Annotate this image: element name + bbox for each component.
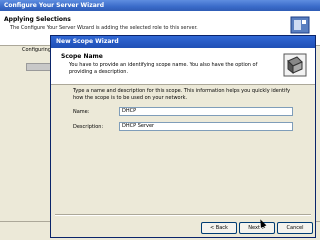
new-scope-wizard-dialog: New Scope Wizard Scope Name You have to …	[50, 35, 316, 238]
outer-progress-bar	[26, 63, 52, 71]
server-wizard-icon	[290, 16, 310, 34]
back-button[interactable]: < Back	[201, 222, 237, 234]
cancel-button[interactable]: Cancel	[277, 222, 313, 234]
outer-header-title: Applying Selections	[4, 16, 71, 23]
scope-description-input[interactable]: DHCP Server	[119, 122, 293, 131]
instructions-text: Type a name and description for this sco…	[73, 88, 291, 101]
outer-window-title: Configure Your Server Wizard	[0, 0, 320, 11]
outer-header-subtitle: The Configure Your Server Wizard is addi…	[10, 25, 198, 31]
dialog-header-subtitle: You have to provide an identifying scope…	[69, 62, 258, 75]
next-button[interactable]: Next >	[239, 222, 275, 234]
dialog-footer-divider	[55, 214, 311, 216]
dialog-header-title: Scope Name	[61, 53, 103, 60]
dialog-title-bar[interactable]: New Scope Wizard	[51, 36, 315, 48]
scope-name-input[interactable]: DHCP	[119, 107, 293, 116]
outer-progress-label: Configuring	[22, 47, 51, 53]
dialog-header: Scope Name You have to provide an identi…	[51, 48, 315, 85]
name-label: Name:	[73, 109, 90, 115]
description-label: Description:	[73, 124, 104, 130]
scope-wizard-icon	[283, 53, 307, 77]
